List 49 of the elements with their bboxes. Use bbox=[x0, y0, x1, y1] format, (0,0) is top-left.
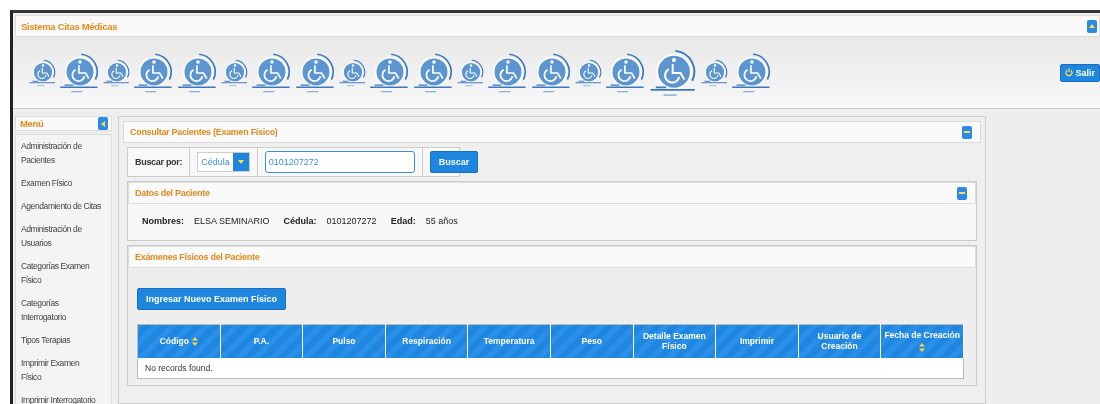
menu-title: Menú bbox=[20, 118, 44, 129]
column-header[interactable]: Fecha de Creación bbox=[880, 324, 964, 358]
field-value: 0101207272 bbox=[326, 216, 377, 226]
menu-item[interactable]: Imprimir Interrogatorio bbox=[21, 393, 101, 404]
column-header: P.A. bbox=[220, 324, 303, 358]
field-value: 55 años bbox=[425, 216, 458, 226]
column-header: Temperatura bbox=[467, 324, 551, 358]
column-header: Usuario de Creación bbox=[798, 324, 881, 358]
field-label: Nombres: bbox=[142, 216, 184, 226]
caret-icon bbox=[1089, 24, 1095, 28]
menu-item[interactable]: Administración de Usuarios bbox=[21, 222, 101, 250]
search-type-select[interactable]: Cédula bbox=[197, 152, 250, 172]
power-icon bbox=[1065, 68, 1074, 77]
column-header: Detalle Examen Físico bbox=[633, 324, 716, 358]
column-header: Peso bbox=[550, 324, 634, 358]
field-value: ELSA SEMINARIO bbox=[194, 216, 270, 226]
search-button[interactable]: Buscar bbox=[429, 151, 479, 173]
collapse-button[interactable] bbox=[1087, 19, 1097, 33]
menu-item[interactable]: Categorías Examen Físico bbox=[21, 259, 101, 287]
column-header: Imprimir bbox=[715, 324, 799, 358]
logout-button[interactable]: Salir bbox=[1060, 63, 1100, 82]
column-header: Pulso bbox=[302, 324, 386, 358]
panel-title: Exámenes Físicos del Paciente bbox=[135, 252, 260, 262]
collapse-button[interactable] bbox=[962, 125, 972, 139]
new-exam-button[interactable]: Ingresar Nuevo Examen Físico bbox=[137, 288, 287, 310]
caret-icon bbox=[237, 160, 244, 164]
column-header[interactable]: Código bbox=[137, 324, 221, 358]
field-label: Edad: bbox=[390, 216, 416, 226]
menu-item[interactable]: Examen Físico bbox=[21, 176, 101, 190]
search-label: Buscar por: bbox=[135, 157, 183, 167]
search-field[interactable]: 0101207272 bbox=[264, 151, 415, 173]
panel-title: Consultar Pacientes (Examen Físico) bbox=[130, 127, 278, 137]
field-label: Cédula: bbox=[283, 216, 317, 226]
sort-icon bbox=[191, 336, 198, 346]
minus-icon bbox=[959, 192, 965, 194]
empty-message: No records found. bbox=[137, 357, 964, 378]
menu-item[interactable]: Imprimir Examen Físico bbox=[21, 356, 101, 384]
collapse-button[interactable] bbox=[957, 186, 967, 200]
menu-item[interactable]: Administración de Pacientes bbox=[21, 139, 101, 167]
minus-icon bbox=[964, 131, 970, 133]
menu-item[interactable]: Categorías Interrogatorio bbox=[21, 296, 101, 324]
app-title: Sistema Citas Médicas bbox=[21, 20, 118, 32]
menu-item[interactable]: Agendamiento de Citas bbox=[21, 199, 101, 213]
panel-title: Datos del Paciente bbox=[135, 188, 210, 198]
caret-icon bbox=[101, 120, 105, 127]
menu-item[interactable]: Tipos Terapias bbox=[21, 333, 101, 347]
column-header: Respiración bbox=[385, 324, 468, 358]
sort-icon bbox=[919, 343, 926, 353]
collapse-menu-button[interactable] bbox=[98, 117, 108, 130]
